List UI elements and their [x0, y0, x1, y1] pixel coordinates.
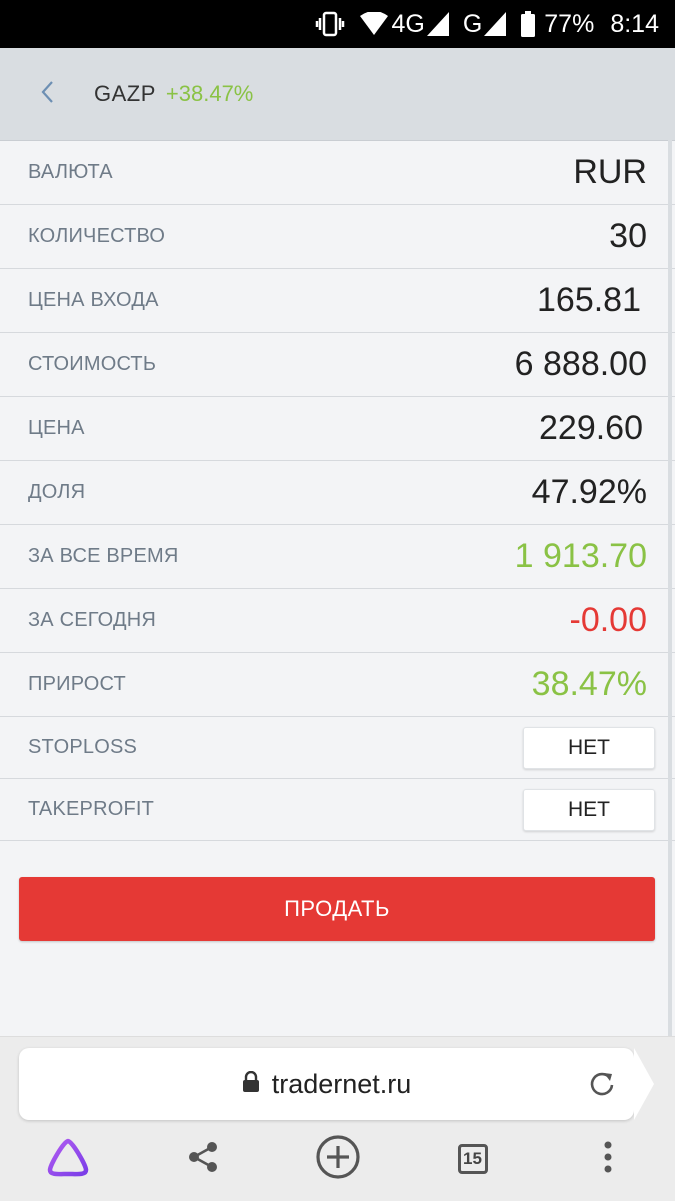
row-label: STOPLOSS — [28, 736, 138, 758]
row-label: ДОЛЯ — [28, 481, 86, 503]
network-type: 4G — [391, 9, 425, 38]
url-text: tradernet.ru — [271, 1068, 412, 1099]
row-label: ЗА ВСЕ ВРЕМЯ — [28, 545, 179, 567]
row-label: ПРИРОСТ — [28, 673, 126, 695]
row-currency: ВАЛЮТА RUR — [0, 141, 675, 205]
row-stoploss: STOPLOSS НЕТ — [0, 717, 675, 779]
reload-icon[interactable] — [588, 1070, 616, 1103]
wifi-icon — [359, 12, 389, 36]
row-value: 165.81 — [537, 281, 641, 319]
browser-nav-bar: 15 — [0, 1118, 675, 1200]
sell-button[interactable]: ПРОДАТЬ — [19, 877, 655, 941]
clock: 8:14 — [610, 9, 659, 38]
share-button[interactable] — [163, 1118, 243, 1200]
row-cost: СТОИМОСТЬ 6 888.00 — [0, 333, 675, 397]
battery-level: 77% — [544, 9, 595, 38]
row-entry-price: ЦЕНА ВХОДА 165.81 — [0, 269, 675, 333]
row-label: ЦЕНА — [28, 417, 85, 439]
row-share: ДОЛЯ 47.92% — [0, 461, 675, 525]
assistant-button[interactable] — [28, 1118, 108, 1200]
row-value: 6 888.00 — [514, 345, 647, 383]
ticker-change: +38.47% — [165, 81, 254, 106]
new-tab-button[interactable] — [298, 1118, 378, 1200]
tab-count: 15 — [457, 1144, 488, 1174]
lock-icon — [242, 1070, 260, 1098]
network-type-2: G — [462, 9, 483, 38]
row-value: -0.00 — [569, 601, 648, 639]
address-bar[interactable]: tradernet.ru — [19, 1048, 654, 1120]
row-price: ЦЕНА 229.60 — [0, 397, 675, 461]
row-label: ЦЕНА ВХОДА — [28, 289, 159, 311]
vibrate-icon — [315, 11, 345, 37]
row-value: 30 — [609, 217, 647, 255]
signal-2-icon — [484, 12, 507, 36]
row-label: КОЛИЧЕСТВО — [28, 225, 166, 247]
signal-icon — [426, 12, 449, 36]
row-label: ВАЛЮТА — [28, 161, 113, 183]
row-all-time: ЗА ВСЕ ВРЕМЯ 1 913.70 — [0, 525, 675, 589]
alice-assistant-icon — [44, 1137, 92, 1182]
row-value: RUR — [573, 153, 647, 191]
row-value: 47.92% — [531, 473, 647, 511]
menu-button[interactable] — [568, 1118, 648, 1200]
row-growth: ПРИРОСТ 38.47% — [0, 653, 675, 717]
row-label: СТОИМОСТЬ — [28, 353, 157, 375]
address-bar-arrow — [634, 1048, 654, 1120]
header-bar: GAZP +38.47% — [0, 48, 675, 141]
ticker-symbol: GAZP — [94, 81, 156, 106]
takeprofit-button[interactable]: НЕТ — [523, 788, 655, 831]
share-icon — [186, 1140, 220, 1179]
row-value: 38.47% — [531, 665, 647, 703]
tabs-button[interactable]: 15 — [433, 1118, 513, 1200]
position-details: ВАЛЮТА RUR КОЛИЧЕСТВО 30 ЦЕНА ВХОДА 165.… — [0, 141, 675, 841]
row-label: ЗА СЕГОДНЯ — [28, 609, 157, 631]
stoploss-button[interactable]: НЕТ — [523, 726, 655, 769]
row-quantity: КОЛИЧЕСТВО 30 — [0, 205, 675, 269]
scrollbar[interactable] — [668, 48, 672, 1036]
chevron-left-icon — [39, 79, 55, 110]
back-button[interactable] — [0, 48, 94, 141]
plus-circle-icon — [314, 1133, 362, 1186]
row-today: ЗА СЕГОДНЯ -0.00 — [0, 589, 675, 653]
battery-icon — [520, 11, 536, 37]
row-label: TAKEPROFIT — [28, 798, 155, 820]
more-vert-icon — [603, 1140, 613, 1179]
status-bar: 4G G 77% 8:14 — [0, 0, 675, 48]
row-value: 1 913.70 — [514, 537, 647, 575]
row-value: 229.60 — [539, 409, 643, 447]
row-takeprofit: TAKEPROFIT НЕТ — [0, 779, 675, 841]
